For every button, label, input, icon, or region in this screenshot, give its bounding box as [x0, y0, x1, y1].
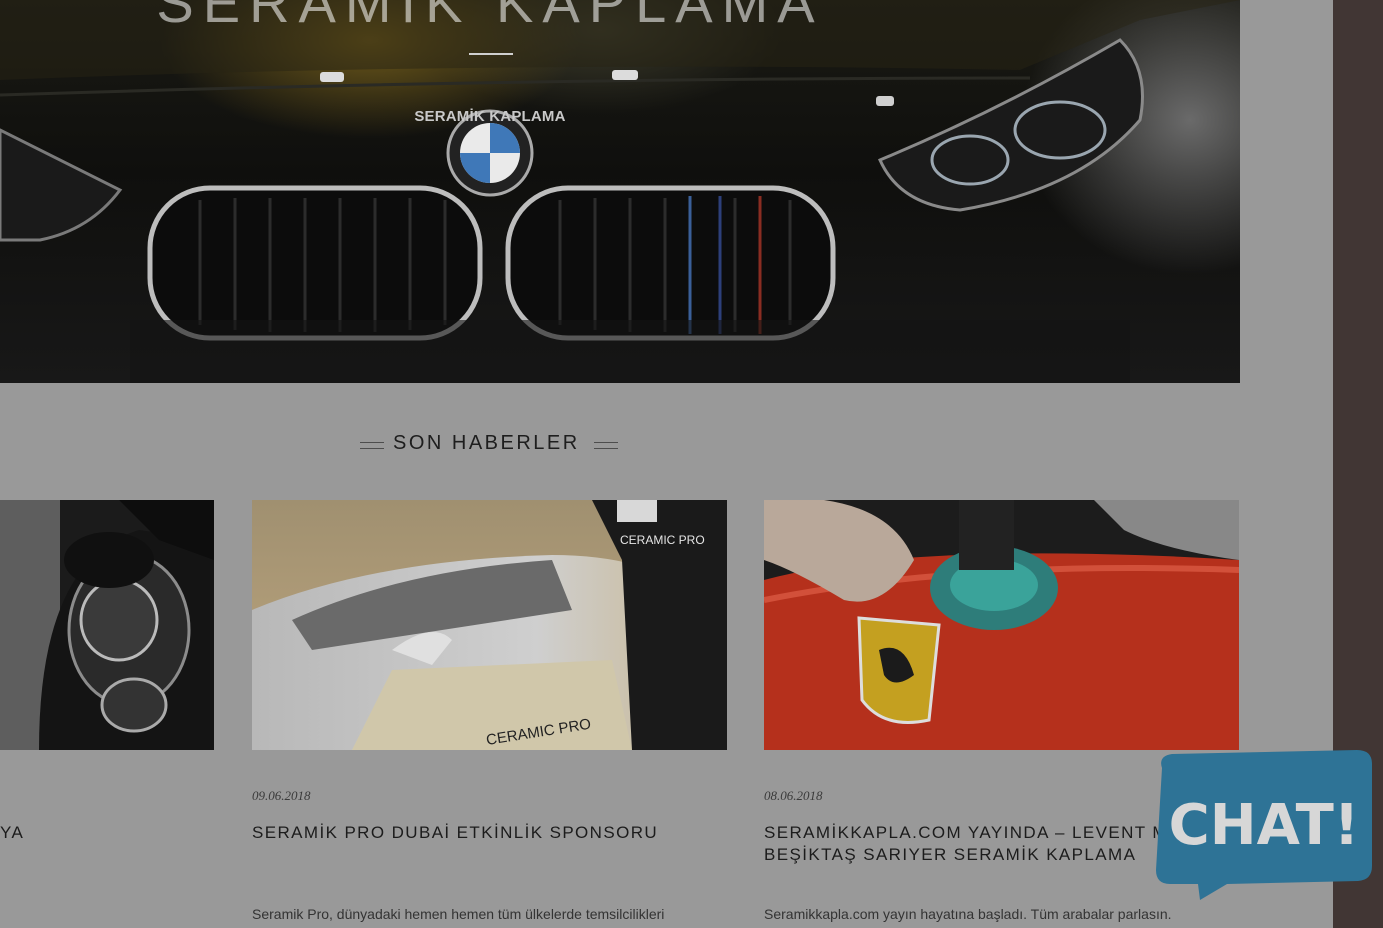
chat-label: CHAT! — [1169, 793, 1360, 858]
news-card-excerpt: Seramikkapla.com yayın hayatına başladı.… — [764, 906, 1172, 922]
news-card-date: 09.06.2018 — [252, 788, 311, 803]
hero-title: SERAMİK KAPLAMA — [156, 0, 824, 34]
news-card-title[interactable]: SERAMİK PRO DUBAİ ETKİNLİK SPONSORU — [252, 822, 727, 844]
hero-subtitle[interactable]: SERAMİK KAPLAMA — [0, 108, 980, 125]
news-card[interactable]: 08.06.2018 SERAMİKKAPLA.COM YAYINDA – LE… — [764, 500, 1239, 922]
section-heading-text: SON HABERLER — [393, 432, 580, 454]
news-card-image[interactable] — [764, 500, 1239, 750]
news-card-image[interactable] — [0, 500, 214, 750]
chat-widget[interactable]: CHAT! — [1152, 748, 1376, 903]
hero-divider — [469, 53, 513, 55]
news-card-excerpt: Seramik Pro, dünyadaki hemen hemen tüm ü… — [252, 906, 665, 922]
section-heading: SON HABERLER — [359, 432, 619, 458]
heading-left-ornament — [360, 442, 384, 449]
chat-bubble-icon[interactable]: CHAT! — [1152, 748, 1376, 903]
headlight-polish-image — [0, 500, 214, 750]
lamborghini-ceramic-pro-image: CERAMIC PRO CERAMIC PRO — [252, 500, 727, 750]
hero-car-image — [0, 0, 1240, 383]
news-card[interactable]: YA — [0, 500, 214, 842]
ferrari-polishing-image — [764, 500, 1239, 750]
page-content: SERAMİK KAPLAMA SERAMİK KAPLAMA SON HABE… — [0, 0, 1333, 928]
heading-right-ornament — [594, 442, 618, 449]
news-card-date: 08.06.2018 — [764, 788, 823, 803]
news-card-title[interactable]: YA — [0, 822, 24, 844]
svg-text:CERAMIC PRO: CERAMIC PRO — [620, 533, 705, 547]
news-card-image[interactable]: CERAMIC PRO CERAMIC PRO — [252, 500, 727, 750]
hero-banner: SERAMİK KAPLAMA SERAMİK KAPLAMA — [0, 0, 1240, 383]
news-card[interactable]: CERAMIC PRO CERAMIC PRO 09.06.2018 SERAM… — [252, 500, 727, 922]
